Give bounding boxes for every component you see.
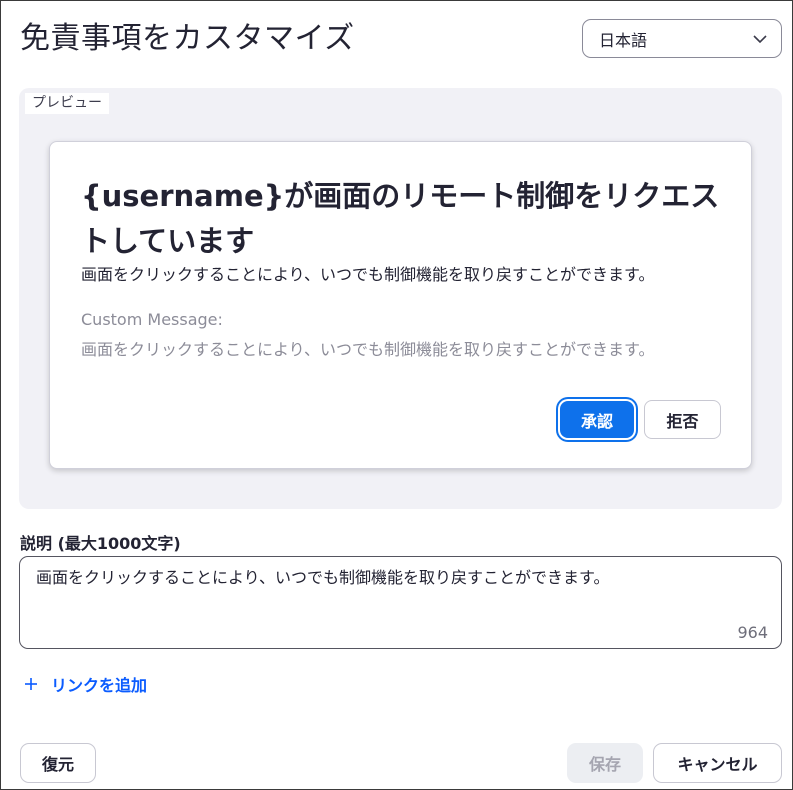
chevron-down-icon (753, 35, 767, 44)
plus-icon (25, 678, 37, 690)
language-select[interactable]: 日本語 (582, 19, 782, 58)
customize-disclaimer-dialog: 免責事項をカスタマイズ 日本語 プレビュー {username}が画面のリモート… (0, 0, 793, 790)
custom-message-label: Custom Message: (81, 310, 223, 329)
dialog-title: 免責事項をカスタマイズ (20, 21, 355, 56)
restore-button[interactable]: 復元 (20, 743, 96, 783)
remote-control-request-card: {username}が画面のリモート制御をリクエストしています 画面をクリックす… (49, 141, 752, 469)
add-link-label: リンクを追加 (51, 676, 148, 695)
character-counter: 964 (737, 623, 768, 642)
language-select-value: 日本語 (599, 30, 648, 50)
cancel-button[interactable]: キャンセル (653, 743, 782, 783)
deny-button[interactable]: 拒否 (644, 400, 721, 439)
description-value: 画面をクリックすることにより、いつでも制御機能を取り戻すことができます。 (36, 568, 610, 587)
preview-label: プレビュー (25, 93, 109, 114)
card-heading: {username}が画面のリモート制御をリクエストしています (81, 179, 720, 258)
approve-button[interactable]: 承認 (560, 401, 634, 438)
add-link-button[interactable]: リンクを追加 (24, 671, 147, 697)
save-button[interactable]: 保存 (567, 743, 643, 783)
card-body-text: 画面をクリックすることにより、いつでも制御機能を取り戻すことができます。 (81, 265, 655, 284)
custom-message-text: 画面をクリックすることにより、いつでも制御機能を取り戻すことができます。 (81, 340, 655, 359)
description-label: 説明 (最大1000文字) (20, 534, 181, 553)
description-textarea[interactable]: 画面をクリックすることにより、いつでも制御機能を取り戻すことができます。 964 (19, 556, 782, 649)
